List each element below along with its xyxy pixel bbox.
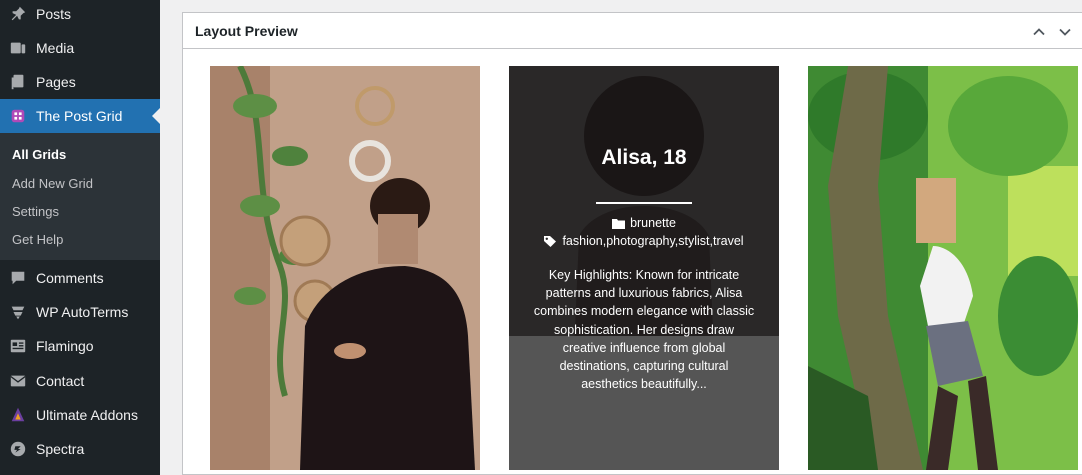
panel-header: Layout Preview: [183, 13, 1082, 49]
sidebar-item-ultimate-addons[interactable]: Ultimate Addons: [0, 398, 160, 432]
submenu-item-get-help[interactable]: Get Help: [12, 232, 63, 247]
grid-card[interactable]: [210, 66, 480, 470]
sidebar-item-label: Posts: [36, 6, 72, 22]
mail-icon: [0, 372, 36, 390]
media-icon: [0, 39, 36, 57]
sidebar-item-comments[interactable]: Comments: [0, 261, 160, 295]
move-up-button[interactable]: [1029, 22, 1049, 42]
folder-icon: [612, 218, 626, 229]
sidebar-item-wp-autoterms[interactable]: WP AutoTerms: [0, 295, 160, 329]
sidebar-item-label: Contact: [36, 373, 85, 389]
flamingo-icon: [0, 337, 36, 355]
title-divider: [596, 202, 692, 204]
pin-icon: [0, 5, 36, 23]
post-tags: fashion,photography,stylist,travel: [509, 234, 779, 248]
grid-card[interactable]: Alisa, 18 brunette fashion,photography,s…: [509, 66, 779, 470]
chevron-up-icon: [1033, 28, 1045, 36]
sidebar-item-contact[interactable]: Contact: [0, 364, 160, 398]
sidebar-item-spectra[interactable]: Spectra: [0, 432, 160, 466]
post-grid-submenu: All Grids Add New Grid Settings Get Help: [0, 133, 160, 260]
tags-links[interactable]: fashion,photography,stylist,travel: [562, 234, 743, 248]
tags-icon: [544, 235, 557, 247]
sidebar-item-label: Media: [36, 40, 75, 56]
sidebar-item-label: The Post Grid: [36, 108, 123, 124]
layout-preview-panel: Layout Preview Alisa, 18 brunette fashio…: [182, 12, 1082, 475]
spectra-icon: [0, 440, 36, 458]
category-link[interactable]: brunette: [630, 216, 676, 230]
sidebar-item-the-post-grid[interactable]: The Post Grid: [0, 99, 160, 133]
chevron-down-icon: [1059, 28, 1071, 36]
post-category: brunette: [509, 216, 779, 230]
post-image: [210, 66, 480, 470]
ultimate-addons-icon: [0, 406, 36, 424]
panel-title: Layout Preview: [195, 22, 298, 39]
sidebar-item-label: Ultimate Addons: [36, 407, 138, 423]
grid-card[interactable]: [808, 66, 1078, 470]
post-title[interactable]: Alisa, 18: [509, 146, 779, 170]
sidebar-item-flamingo[interactable]: Flamingo: [0, 329, 160, 363]
sidebar-item-media[interactable]: Media: [0, 31, 160, 65]
post-image: [808, 66, 1078, 470]
submenu-item-add-new-grid[interactable]: Add New Grid: [12, 176, 93, 191]
sidebar-item-label: Flamingo: [36, 338, 94, 354]
submenu-item-all-grids[interactable]: All Grids: [12, 147, 66, 162]
admin-sidebar: Posts Media Pages The Post Grid All Grid…: [0, 0, 160, 475]
submenu-item-settings[interactable]: Settings: [12, 204, 59, 219]
sidebar-item-label: Pages: [36, 74, 76, 90]
sidebar-item-pages[interactable]: Pages: [0, 65, 160, 99]
sidebar-item-label: Comments: [36, 270, 104, 286]
pages-icon: [0, 73, 36, 91]
post-excerpt: Key Highlights: Known for intricate patt…: [533, 268, 755, 392]
autoterms-icon: [0, 303, 36, 321]
toggle-panel-button[interactable]: [1055, 22, 1075, 42]
sidebar-item-label: WP AutoTerms: [36, 304, 129, 320]
sidebar-item-posts[interactable]: Posts: [0, 0, 160, 31]
comments-icon: [0, 269, 36, 287]
sidebar-item-label: Spectra: [36, 441, 85, 457]
card-overlay: Alisa, 18 brunette fashion,photography,s…: [509, 66, 779, 470]
post-grid-icon: [0, 107, 36, 125]
